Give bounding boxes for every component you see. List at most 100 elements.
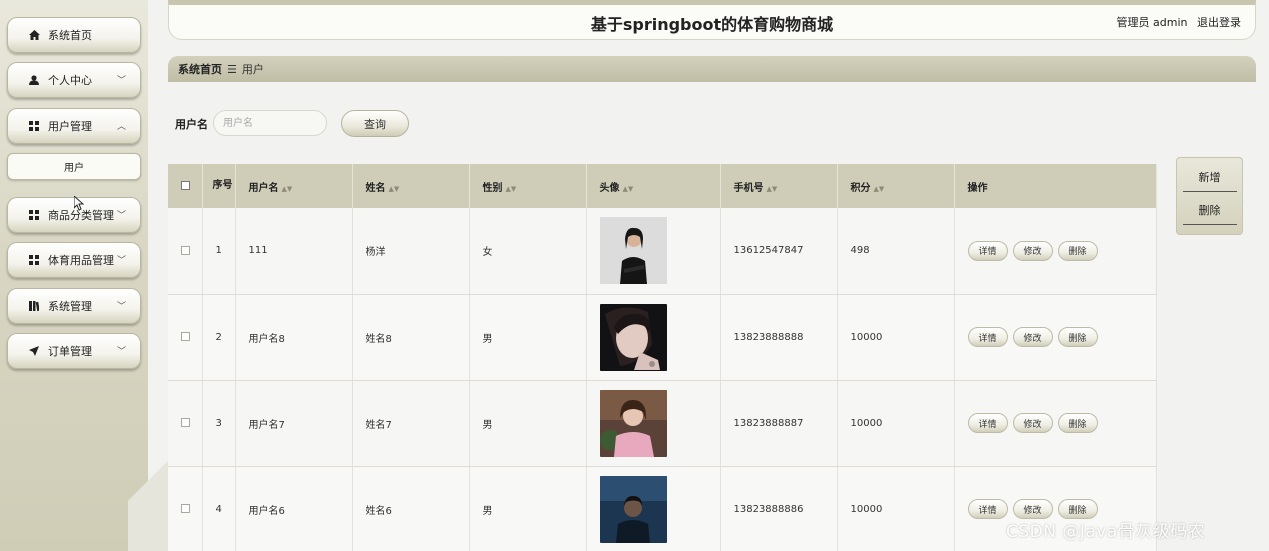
breadcrumb-current: 用户 <box>241 63 264 76</box>
sidebar-subitem-label: 用户 <box>64 163 84 174</box>
detail-button[interactable]: 详情 <box>967 240 1008 261</box>
cell-username: 用户名7 <box>235 380 353 467</box>
cell-index: 3 <box>202 380 236 467</box>
sort-icon[interactable]: ▲▼ <box>506 185 517 193</box>
row-select-cell[interactable] <box>168 380 203 467</box>
sidebar-item-personal-center[interactable]: 个人中心 ﹀ <box>7 62 141 98</box>
search-input[interactable] <box>213 110 327 136</box>
sort-icon[interactable]: ▲▼ <box>874 185 885 193</box>
delete-button[interactable]: 删除 <box>1057 413 1098 433</box>
detail-button[interactable]: 详情 <box>967 413 1008 433</box>
row-select-cell[interactable] <box>168 466 203 551</box>
user-icon <box>28 75 40 85</box>
avatar[interactable] <box>599 217 667 285</box>
cell-points: 10000 <box>837 466 955 551</box>
sidebar-item-home[interactable]: 系统首页 <box>7 17 141 53</box>
chevron-up-icon: ︿ <box>116 122 126 132</box>
row-checkbox[interactable] <box>181 504 190 513</box>
edit-button[interactable]: 修改 <box>1012 413 1053 433</box>
batch-delete-button[interactable]: 删除 <box>1182 202 1237 225</box>
cell-avatar <box>586 380 721 467</box>
row-checkbox[interactable] <box>181 245 190 255</box>
sort-icon[interactable]: ▲▼ <box>282 185 293 193</box>
sidebar-item-system-management[interactable]: 系统管理 ﹀ <box>7 288 141 324</box>
sort-icon[interactable]: ▲▼ <box>389 185 400 193</box>
sidebar-item-user-management[interactable]: 用户管理 ︿ <box>7 108 141 144</box>
column-header-phone[interactable]: 手机号 ▲▼ <box>720 164 838 208</box>
chevron-down-icon: ﹀ <box>116 76 126 86</box>
table-row: 2 用户名8 姓名8 男 13823888888 10000 详情 修改 删除 <box>168 294 1157 381</box>
cell-avatar <box>586 294 721 381</box>
sidebar-item-label: 系统管理 <box>48 300 92 313</box>
column-header-avatar[interactable]: 头像 ▲▼ <box>586 164 721 208</box>
chevron-down-icon: ﹀ <box>116 211 126 221</box>
cell-gender: 男 <box>469 294 587 381</box>
column-header-name[interactable]: 姓名 ▲▼ <box>352 164 470 208</box>
cell-phone: 13823888886 <box>720 466 838 551</box>
cell-index: 1 <box>202 208 236 295</box>
sort-icon[interactable]: ▲▼ <box>623 185 634 193</box>
row-select-cell[interactable] <box>168 294 203 381</box>
breadcrumb-home[interactable]: 系统首页 <box>178 61 222 77</box>
add-button[interactable]: 新增 <box>1182 169 1237 192</box>
delete-button[interactable]: 删除 <box>1057 327 1098 347</box>
cell-actions: 详情 修改 删除 <box>954 380 1157 467</box>
top-header: 基于springboot的体育购物商城 管理员 admin 退出登录 <box>168 0 1256 40</box>
select-all-cell[interactable] <box>168 164 203 208</box>
row-checkbox[interactable] <box>181 332 190 341</box>
sort-icon[interactable]: ▲▼ <box>767 185 778 193</box>
breadcrumb-separator-icon: ☰ <box>227 62 237 76</box>
cell-points: 10000 <box>837 294 955 381</box>
sidebar-item-label: 订单管理 <box>48 345 92 358</box>
user-info: 管理员 admin 退出登录 <box>1111 14 1241 30</box>
edit-button[interactable]: 修改 <box>1012 240 1053 261</box>
cell-avatar <box>586 466 721 551</box>
chevron-down-icon: ﹀ <box>116 347 126 357</box>
cell-name: 姓名8 <box>352 294 470 381</box>
delete-button[interactable]: 删除 <box>1057 499 1098 519</box>
cell-phone: 13612547847 <box>720 208 838 295</box>
cell-name: 姓名7 <box>352 380 470 467</box>
grid-icon <box>28 121 40 131</box>
row-checkbox[interactable] <box>181 418 190 427</box>
detail-button[interactable]: 详情 <box>967 499 1008 519</box>
admin-label: 管理员 admin <box>1116 16 1188 29</box>
cell-points: 498 <box>837 208 955 295</box>
cell-username: 用户名6 <box>235 466 353 551</box>
edit-button[interactable]: 修改 <box>1012 327 1053 347</box>
avatar[interactable] <box>599 303 667 371</box>
table-row: 1 111 杨洋 女 13612547847 498 详情 修改 删除 <box>168 208 1157 295</box>
table-row: 3 用户名7 姓名7 男 13823888887 10000 详情 修改 删除 <box>168 380 1157 467</box>
edit-button[interactable]: 修改 <box>1012 499 1053 519</box>
cell-username: 用户名8 <box>235 294 353 381</box>
grid-icon <box>28 210 40 220</box>
cell-gender: 女 <box>469 208 587 295</box>
delete-button[interactable]: 删除 <box>1057 240 1098 261</box>
avatar[interactable] <box>599 389 667 457</box>
sidebar: 系统首页 个人中心 ﹀ 用户管理 ︿ 用户 商品分类管理 ﹀ 体育用品管理 ﹀ <box>0 0 168 551</box>
sidebar-item-sports-goods-management[interactable]: 体育用品管理 ﹀ <box>7 242 141 278</box>
user-table: 序号 用户名 ▲▼ 姓名 ▲▼ 性别 ▲▼ 头像 ▲▼ 手机号 ▲▼ 积分 ▲▼ 操作 1 … <box>168 164 1157 551</box>
search-label: 用户名 <box>175 118 208 131</box>
cell-name: 杨洋 <box>352 208 470 295</box>
select-all-checkbox[interactable] <box>181 181 190 190</box>
watermark: CSDN @Java骨灰级码农 <box>1006 522 1206 542</box>
column-header-username[interactable]: 用户名 ▲▼ <box>235 164 353 208</box>
avatar[interactable] <box>599 475 667 543</box>
home-icon <box>28 30 40 40</box>
detail-button[interactable]: 详情 <box>967 327 1008 347</box>
query-button[interactable]: 查询 <box>341 110 409 137</box>
cell-gender: 男 <box>469 466 587 551</box>
column-header-points[interactable]: 积分 ▲▼ <box>837 164 955 208</box>
grid-icon <box>28 255 40 265</box>
row-select-cell[interactable] <box>168 208 203 295</box>
sidebar-subitem-users[interactable]: 用户 <box>7 153 141 180</box>
logout-link[interactable]: 退出登录 <box>1197 16 1241 29</box>
cell-actions: 详情 修改 删除 <box>954 294 1157 381</box>
column-header-index: 序号 <box>202 164 236 208</box>
cell-avatar <box>586 208 721 295</box>
sidebar-item-label: 用户管理 <box>48 120 92 133</box>
sidebar-item-order-management[interactable]: 订单管理 ﹀ <box>7 333 141 369</box>
column-header-gender[interactable]: 性别 ▲▼ <box>469 164 587 208</box>
send-icon <box>28 346 40 356</box>
